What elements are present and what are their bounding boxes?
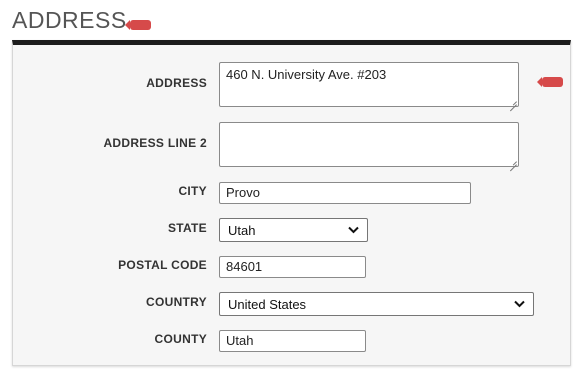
state-value: Utah (228, 222, 256, 238)
chevron-down-icon (514, 300, 525, 308)
address-line-2-label: ADDRESS LINE 2 (103, 136, 207, 150)
address-label: ADDRESS (146, 76, 207, 90)
state-label: STATE (167, 221, 207, 235)
country-label: COUNTRY (146, 295, 207, 309)
required-flag-icon (537, 77, 563, 87)
chevron-down-icon (348, 226, 359, 234)
city-value: Provo (226, 185, 260, 200)
county-value: Utah (226, 333, 254, 348)
country-select[interactable]: United States (219, 292, 534, 316)
address-textarea[interactable]: 460 N. University Ave. #203 (219, 62, 519, 107)
section-title: ADDRESS (12, 7, 127, 33)
county-label: COUNTY (154, 332, 207, 346)
state-select[interactable]: Utah (219, 218, 368, 242)
resize-handle-icon[interactable] (510, 158, 517, 165)
postal-code-input[interactable]: 84601 (219, 256, 366, 278)
postal-code-value: 84601 (226, 259, 263, 274)
county-input[interactable]: Utah (219, 330, 366, 352)
resize-handle-icon[interactable] (510, 98, 517, 105)
city-label: CITY (178, 184, 207, 198)
country-value: United States (228, 296, 307, 312)
city-input[interactable]: Provo (219, 182, 471, 204)
address-value: 460 N. University Ave. #203 (226, 67, 387, 82)
address-line-2-textarea[interactable] (219, 122, 519, 167)
postal-code-label: POSTAL CODE (118, 258, 207, 272)
required-flag-icon (125, 20, 151, 30)
